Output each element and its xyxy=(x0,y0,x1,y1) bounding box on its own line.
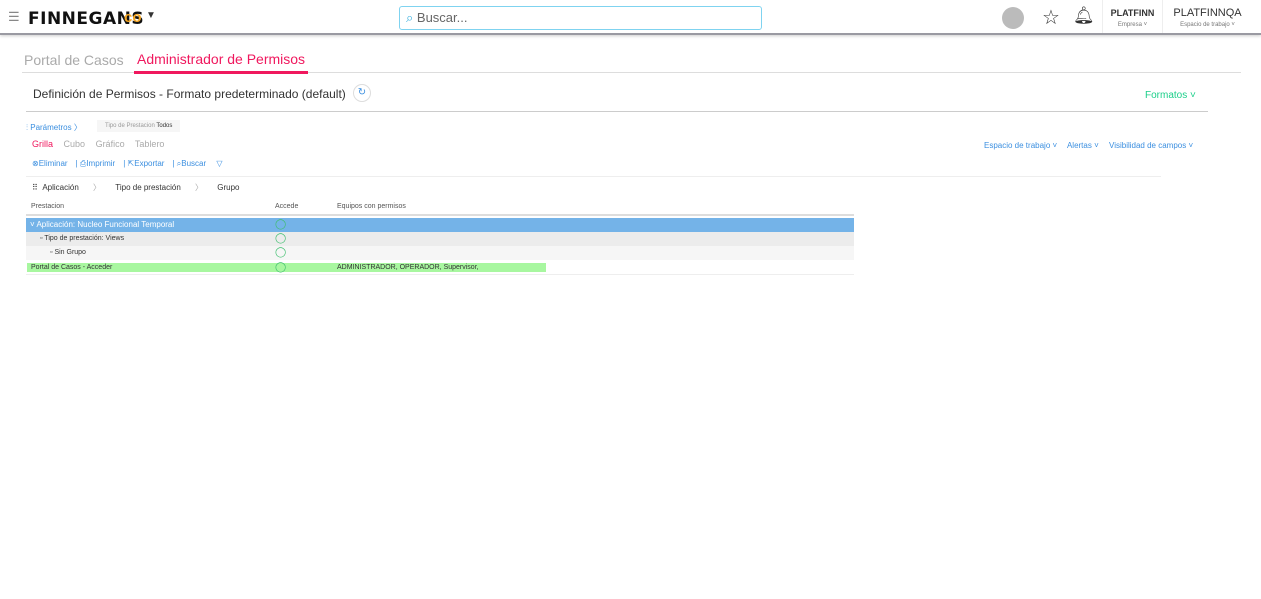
page-title: Definición de Permisos - Formato predete… xyxy=(33,87,346,101)
workspace-selector[interactable]: PLATFINNQA Espacio de trabajo ˅ xyxy=(1162,0,1252,33)
table-row[interactable]: ▫ Sin Grupo ◯ xyxy=(26,246,854,260)
print-button[interactable]: ⎙Imprimir xyxy=(80,159,115,168)
avatar[interactable] xyxy=(1002,7,1024,29)
group-tipo[interactable]: Tipo de prestación xyxy=(115,183,181,192)
view-tablero[interactable]: Tablero xyxy=(135,139,165,149)
caret-down-icon[interactable]: ▼ xyxy=(146,10,156,21)
refresh-icon[interactable]: ↻ xyxy=(353,84,371,102)
filter-icon[interactable]: ▽ xyxy=(216,159,222,168)
menu-icon[interactable]: ☰ xyxy=(8,9,20,25)
table-row[interactable]: ▫ Tipo de prestación: Views ◯ xyxy=(26,232,854,246)
search-button[interactable]: ⌕Buscar xyxy=(177,159,206,168)
check-icon: ◯ xyxy=(275,233,287,244)
view-grilla[interactable]: Grilla xyxy=(32,139,53,149)
parametros-button[interactable]: ⫶ Parámetros 〉 xyxy=(26,122,82,133)
title-divider xyxy=(26,111,1208,112)
logo-icon: co xyxy=(124,9,142,26)
check-icon: ◯ xyxy=(275,247,287,258)
search-icon: ⌕ xyxy=(406,10,414,25)
view-grafico[interactable]: Gráfico xyxy=(96,139,125,149)
tab-portal-de-casos[interactable]: Portal de Casos xyxy=(24,52,124,68)
workspace-menu[interactable]: Espacio de trabajo ˅ xyxy=(984,141,1057,150)
drag-icon[interactable]: ⠿ xyxy=(32,183,38,192)
grouping-bar: ⠿ Aplicación 〉 Tipo de prestación 〉 Grup… xyxy=(32,183,240,192)
group-aplicacion[interactable]: Aplicación xyxy=(42,183,78,192)
filter-chip[interactable]: Tipo de Prestacion Todos xyxy=(97,120,181,132)
search-input[interactable]: ⌕ Buscar... xyxy=(399,6,762,30)
table-row[interactable]: Portal de Casos - Acceder ◯ ADMINISTRADO… xyxy=(26,261,854,275)
check-icon: ◯ xyxy=(275,219,287,230)
field-visibility-menu[interactable]: Visibilidad de campos ˅ xyxy=(1109,141,1193,150)
view-cubo[interactable]: Cubo xyxy=(64,139,86,149)
bell-icon[interactable]: 🔔︎ xyxy=(1073,6,1095,26)
group-grupo[interactable]: Grupo xyxy=(217,183,239,192)
check-icon: ◯ xyxy=(275,262,287,273)
tab-administrador-de-permisos[interactable]: Administrador de Permisos xyxy=(134,51,309,74)
export-button[interactable]: ⇱Exportar xyxy=(128,159,165,168)
alerts-menu[interactable]: Alertas ˅ xyxy=(1067,141,1099,150)
formatos-dropdown[interactable]: Formatos ˅ xyxy=(1145,90,1196,101)
right-menu: Espacio de trabajo ˅ Alertas ˅ Visibilid… xyxy=(984,141,1193,150)
star-icon[interactable]: ☆ xyxy=(1042,5,1060,30)
toolbar: ⊗Eliminar | ⎙Imprimir | ⇱Exportar | ⌕Buscar… xyxy=(32,159,223,168)
company-selector[interactable]: PLATFINN Empresa ˅ xyxy=(1102,0,1162,33)
table-header: Prestacion Accede Equipos con permisos xyxy=(26,200,854,216)
table-row[interactable]: ˅ Aplicación: Nucleo Funcional Temporal … xyxy=(26,218,854,232)
toolbar-divider xyxy=(26,176,1161,177)
view-tabs: Grilla Cubo Gráfico Tablero xyxy=(32,139,164,149)
top-bar: ☰ FINNEGANS co ▼ ⌕ Buscar... ☆ 🔔︎ PLATFI… xyxy=(0,0,1261,35)
delete-button[interactable]: ⊗Eliminar xyxy=(32,159,68,168)
